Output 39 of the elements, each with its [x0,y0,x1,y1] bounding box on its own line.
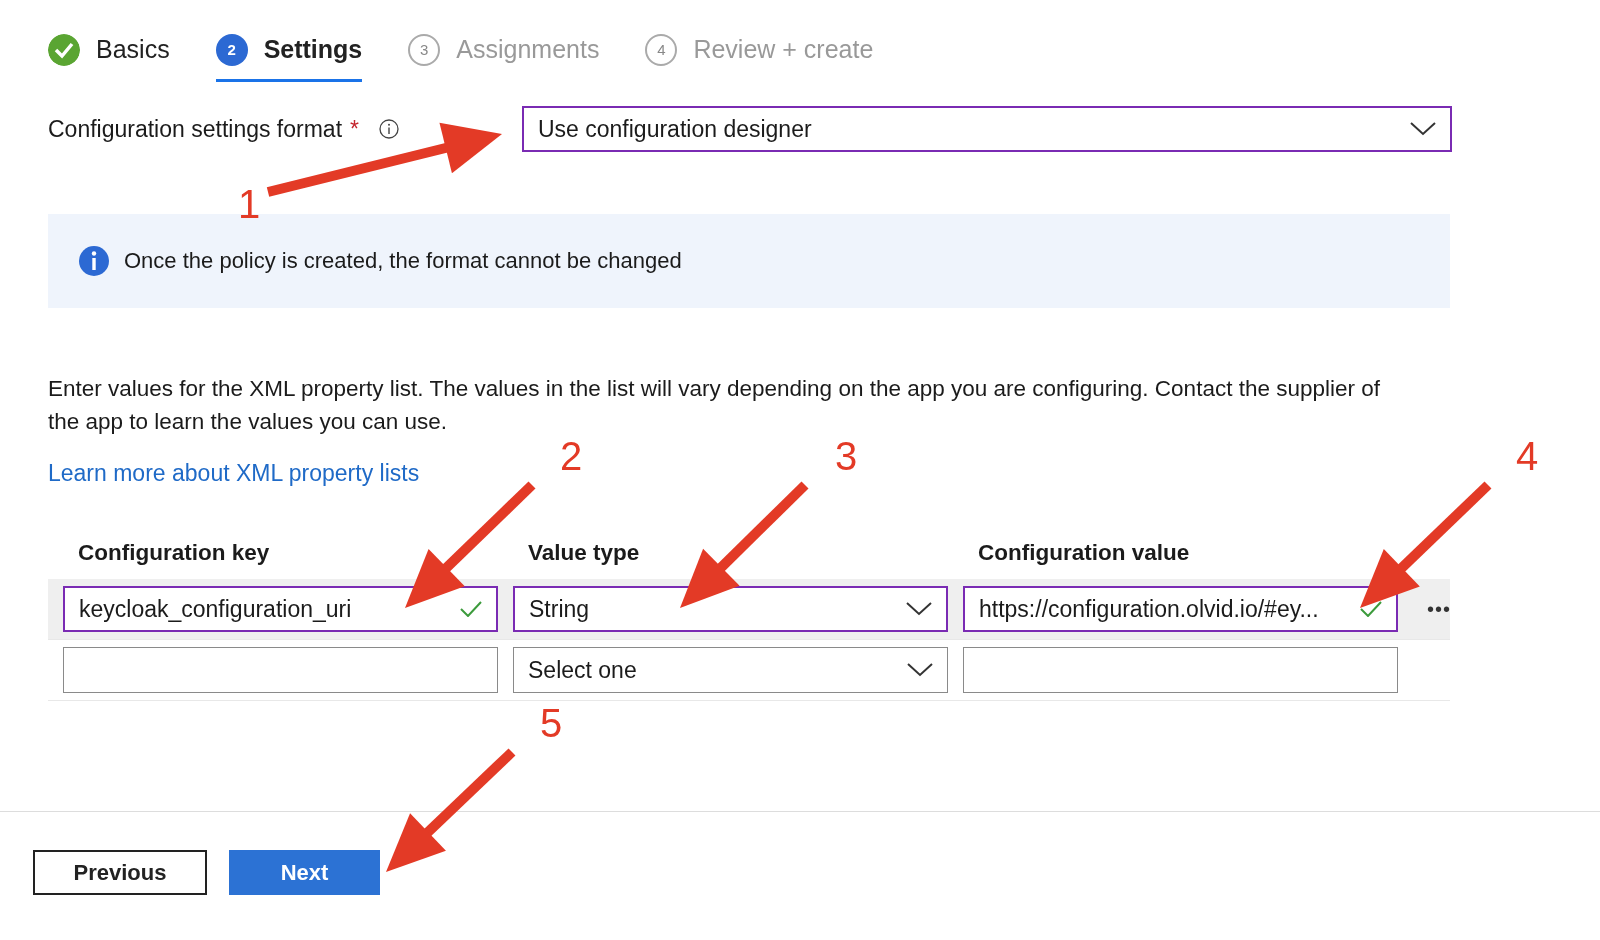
chevron-down-icon [906,602,932,616]
banner-text: Once the policy is created, the format cannot be changed [124,248,682,274]
step-tab[interactable]: 4 Review + create [645,30,874,82]
format-dropdown[interactable]: Use configuration designer [522,106,1452,152]
column-header: Value type [527,540,641,566]
value-type-dropdown[interactable]: String [513,586,948,632]
previous-button[interactable]: Previous [33,850,207,895]
required-mark: * [350,115,359,143]
table-row[interactable]: keycloak_configuration_uri String https://configuration.olvid.io/#ey... ••• [48,579,1450,640]
step-number: 3 [408,33,441,66]
step-number: 2 [215,33,248,66]
field-label: Configuration settings format [48,115,343,143]
annotation-number: 3 [835,434,858,478]
chevron-down-icon [1410,122,1436,136]
value-type-dropdown[interactable]: Select one [513,647,948,693]
annotation-number: 4 [1516,434,1539,478]
table-row[interactable]: Select one [48,640,1450,701]
check-circle-icon [48,33,80,66]
step-tab[interactable]: 2 Settings [215,30,363,82]
column-header: Configuration value [977,540,1191,566]
step-tab[interactable]: 3 Assignments [408,30,600,82]
next-button[interactable]: Next [229,850,380,895]
chevron-down-icon [907,663,933,677]
key-input-field[interactable]: keycloak_configuration_uri [63,586,498,632]
step-tab[interactable]: Basics [48,30,170,82]
check-icon [460,601,482,617]
step-number: 4 [645,33,678,66]
description-text: Enter values for the XML property list. The values in the list will vary depending on the app you are configuring. Contact the supplier of the app to learn the values you can use. [48,375,1381,436]
info-icon [78,245,110,277]
column-header: Configuration key [77,540,271,566]
value-input-field[interactable] [963,647,1398,693]
learn-more-link[interactable]: Learn more about XML property lists [48,460,420,487]
annotation-number: 1 [238,182,261,226]
info-icon[interactable] [379,119,399,139]
annotation-number: 5 [540,701,563,745]
key-input-field[interactable] [63,647,498,693]
annotation-number: 2 [560,434,583,478]
check-icon [1360,601,1382,617]
value-input-field[interactable]: https://configuration.olvid.io/#ey... [963,586,1398,632]
